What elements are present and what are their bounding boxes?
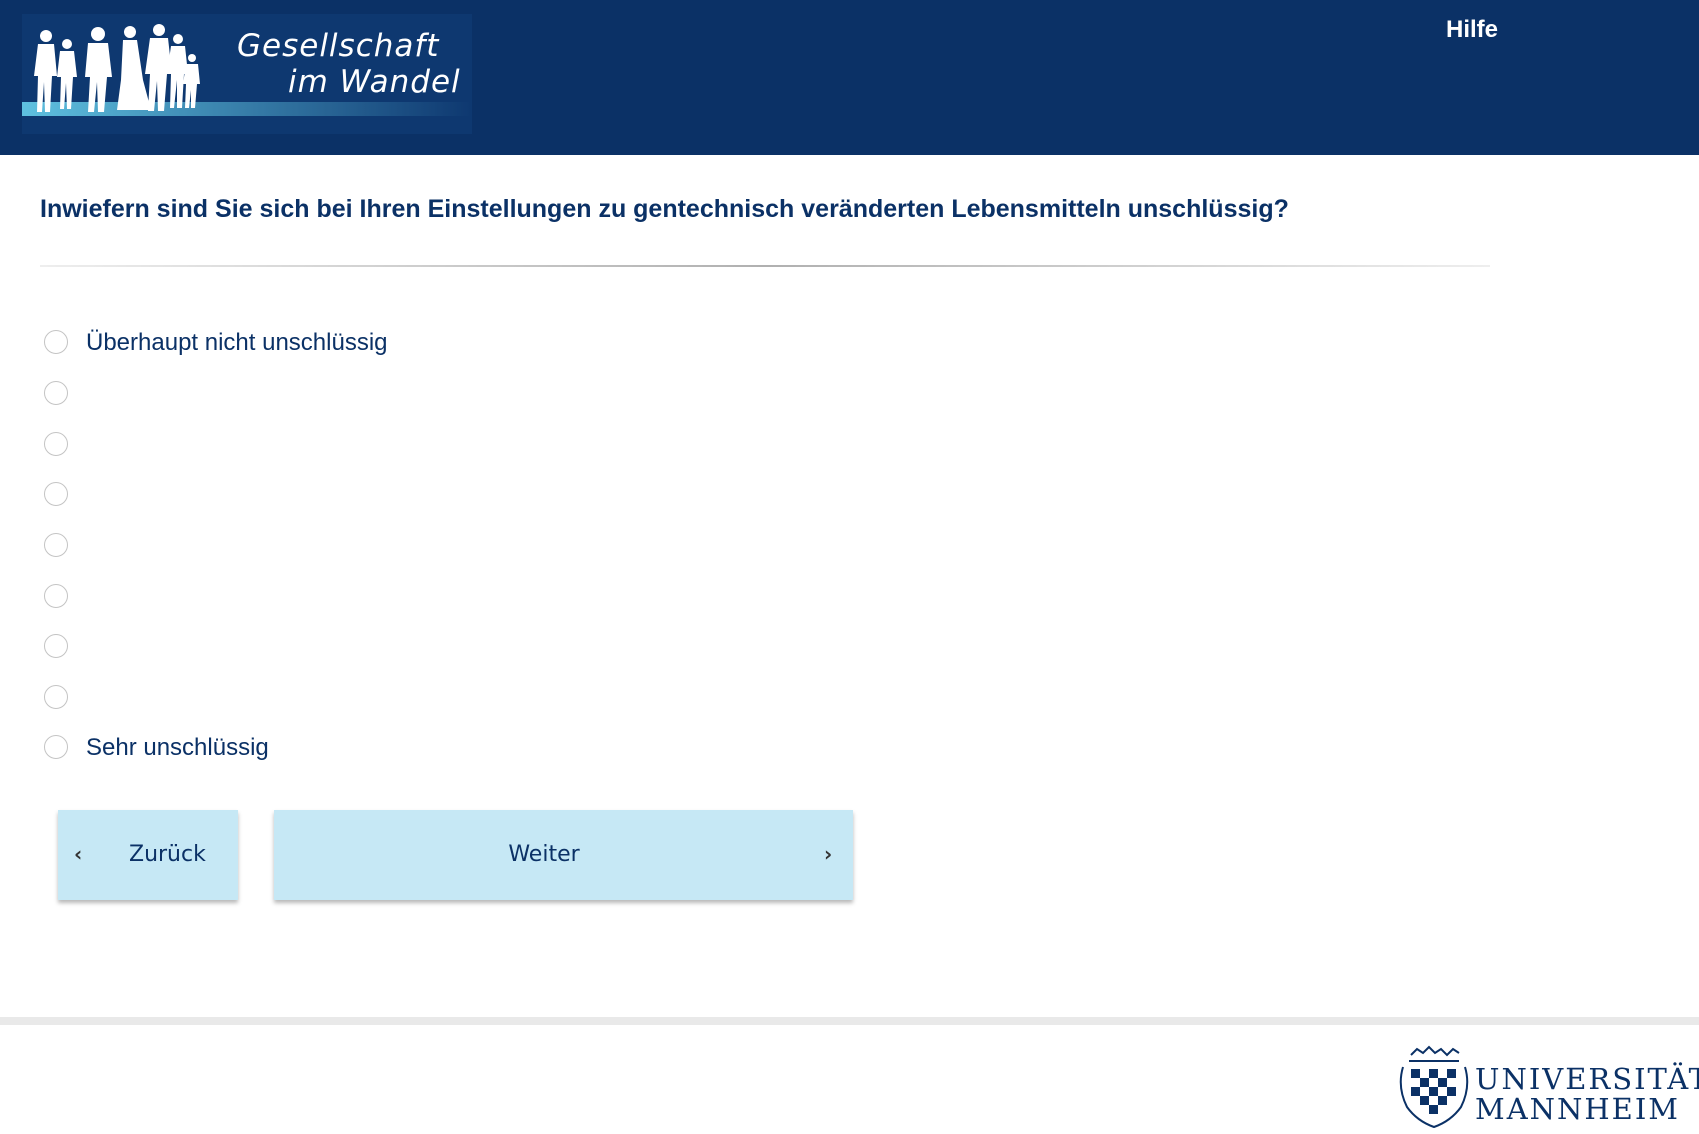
radio-button[interactable]: [44, 584, 68, 608]
help-link[interactable]: Hilfe: [1446, 16, 1498, 44]
radio-button[interactable]: [44, 381, 68, 405]
answer-option-4[interactable]: [44, 480, 844, 510]
footer-divider: [0, 1017, 1699, 1025]
radio-button[interactable]: [44, 735, 68, 759]
university-crest-icon: [1399, 1045, 1469, 1129]
answer-option-6[interactable]: [44, 582, 844, 612]
option-label: Überhaupt nicht unschlüssig: [86, 329, 388, 356]
answer-option-9[interactable]: Sehr unschlüssig: [44, 733, 844, 763]
logo-text-line2: im Wandel: [288, 64, 461, 100]
chevron-left-icon: ‹: [74, 842, 83, 866]
answer-option-7[interactable]: [44, 632, 844, 662]
divider: [40, 265, 1490, 267]
back-button-label: Zurück: [129, 842, 206, 867]
option-label: Sehr unschlüssig: [86, 734, 269, 761]
next-button[interactable]: Weiter ›: [274, 810, 853, 900]
answer-option-3[interactable]: [44, 430, 844, 460]
radio-button[interactable]: [44, 330, 68, 354]
header: Gesellschaft im Wandel Hilfe: [0, 0, 1699, 155]
back-button[interactable]: ‹ Zurück: [58, 810, 238, 900]
question-text: Inwiefern sind Sie sich bei Ihren Einste…: [40, 195, 1289, 223]
survey-page: Gesellschaft im Wandel Hilfe Inwiefern s…: [0, 0, 1699, 1134]
radio-button[interactable]: [44, 432, 68, 456]
gesellschaft-im-wandel-logo: Gesellschaft im Wandel: [22, 14, 472, 134]
chevron-right-icon: ›: [824, 842, 833, 866]
radio-button[interactable]: [44, 482, 68, 506]
answer-option-1[interactable]: Überhaupt nicht unschlüssig: [44, 328, 844, 358]
answer-option-2[interactable]: [44, 379, 844, 409]
university-name-line2: MANNHEIM: [1475, 1092, 1680, 1126]
logo-text-line1: Gesellschaft: [237, 28, 440, 64]
answer-option-5[interactable]: [44, 531, 844, 561]
radio-button[interactable]: [44, 533, 68, 557]
radio-button[interactable]: [44, 634, 68, 658]
answer-option-8[interactable]: [44, 683, 844, 713]
university-mannheim-logo: UNIVERSITÄT MANNHEIM: [1395, 1043, 1699, 1131]
radio-button[interactable]: [44, 685, 68, 709]
university-name-line1: UNIVERSITÄT: [1475, 1062, 1699, 1096]
next-button-label: Weiter: [508, 842, 580, 867]
